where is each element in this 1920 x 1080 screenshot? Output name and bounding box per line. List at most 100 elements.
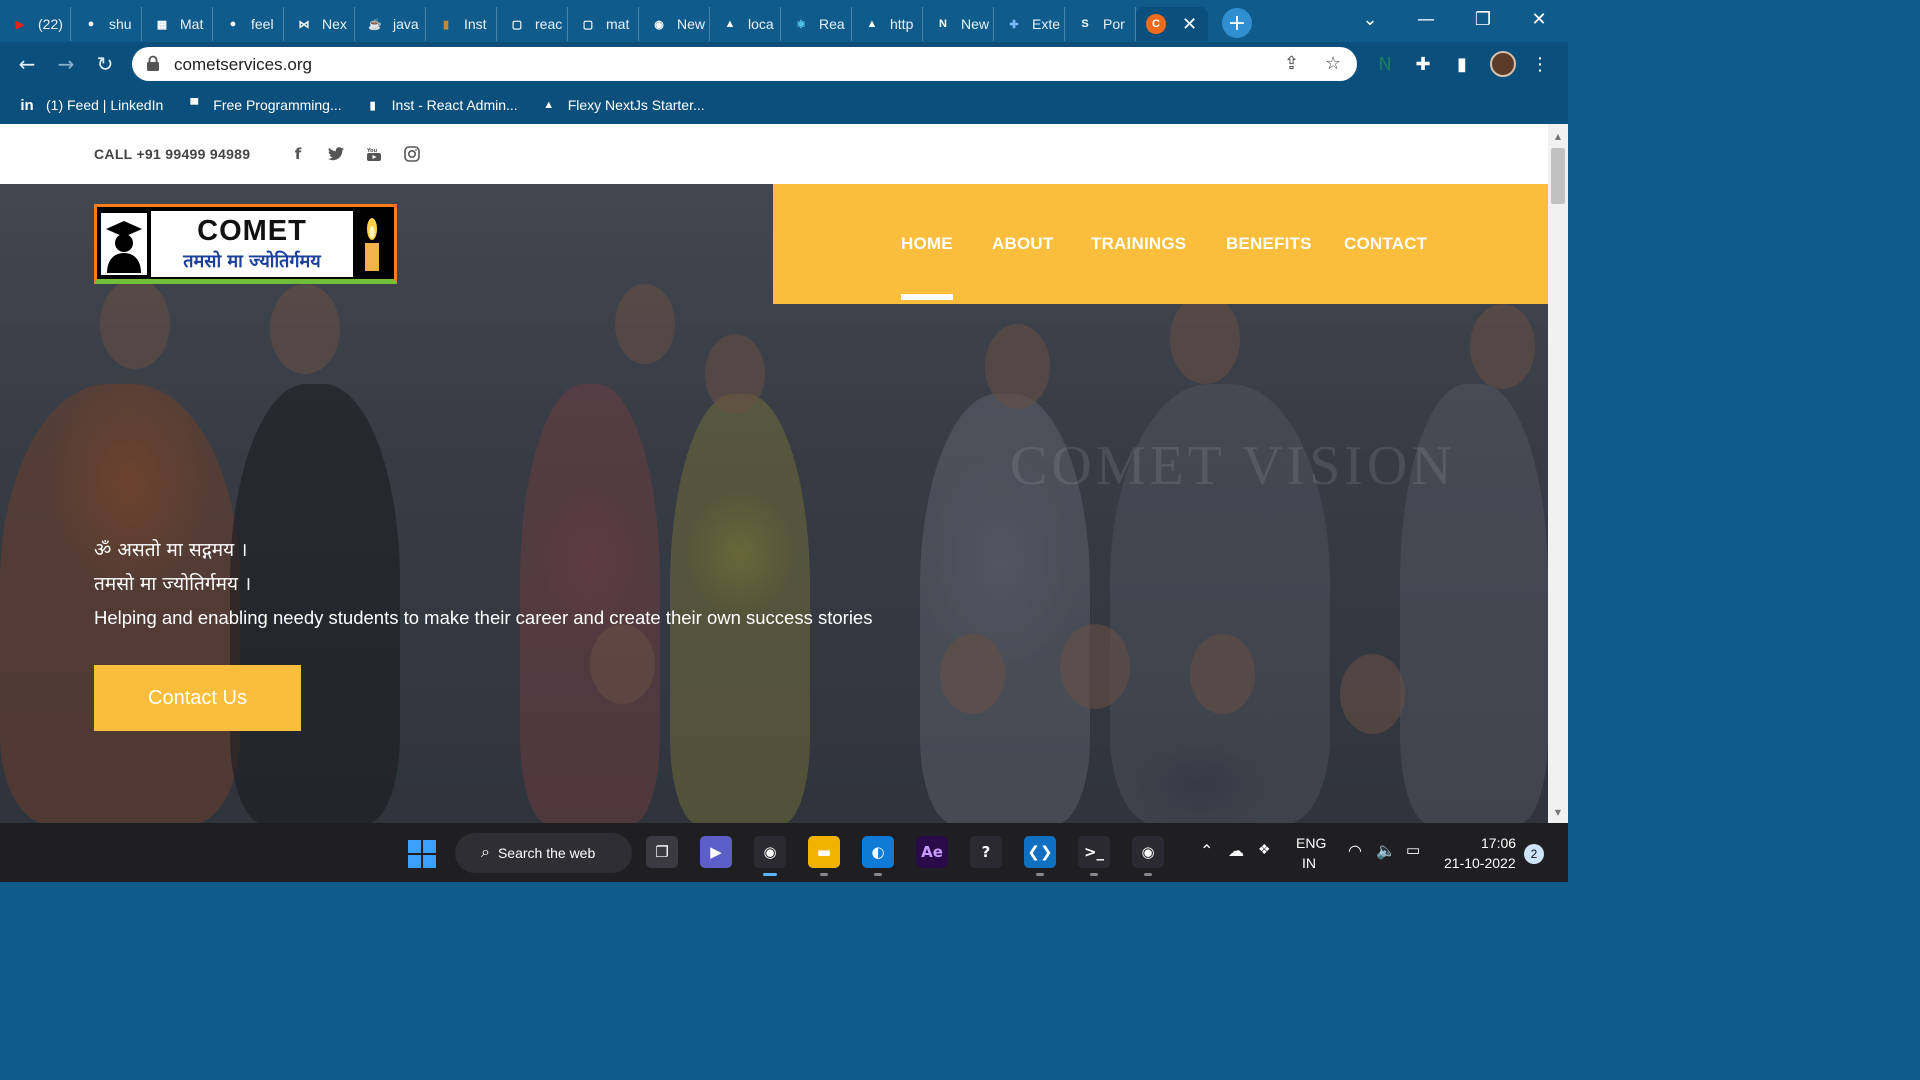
notification-badge[interactable]: 2 [1524, 844, 1544, 864]
scroll-up-icon[interactable]: ▲ [1548, 128, 1568, 144]
language-top[interactable]: ENG [1296, 835, 1326, 851]
nav-home[interactable]: HOME [901, 234, 953, 300]
s-icon: S [1081, 18, 1089, 30]
side-panel-icon[interactable]: ▮ [1450, 52, 1474, 76]
photo-watermark: COMET VISION [1010, 435, 1456, 497]
profile-avatar[interactable] [1490, 51, 1516, 77]
wifi-icon[interactable]: ◠ [1348, 841, 1362, 861]
browser-tab[interactable]: N New [923, 7, 994, 41]
tab-title: (22) [38, 16, 63, 32]
close-tab-icon[interactable]: ✕ [1182, 14, 1197, 35]
browser-tab[interactable]: ▦ Mat [142, 7, 213, 41]
site-logo[interactable]: COMET तमसो मा ज्योतिर्गमय [94, 204, 397, 284]
scroll-down-icon[interactable]: ▼ [1548, 804, 1568, 820]
bookmark-item[interactable]: ▮ Inst - React Admin... [364, 96, 518, 114]
app-icon: ▦ [156, 18, 168, 31]
youtube-icon: ▶ [15, 18, 25, 31]
start-windows-icon[interactable] [408, 840, 436, 868]
teams-icon[interactable]: ▶ [700, 836, 732, 868]
dropbox-icon[interactable]: ❖ [1258, 841, 1271, 858]
browser-tab[interactable]: ▲ loca [710, 7, 781, 41]
notion-icon: N [939, 18, 947, 30]
browser-tab[interactable]: ▢ reac [497, 7, 568, 41]
twitter-icon[interactable] [326, 144, 346, 164]
vscode-icon[interactable]: ❮❯ [1024, 836, 1056, 876]
bookmark-item[interactable]: in (1) Feed | LinkedIn [18, 96, 163, 114]
browser-tab[interactable]: ✚ Exte [994, 7, 1065, 41]
share-icon[interactable]: ⇪ [1284, 53, 1299, 74]
browser-tab[interactable]: ▮ Inst [426, 7, 497, 41]
chrome-menu-icon[interactable]: ⋮ [1528, 52, 1552, 76]
scroll-thumb[interactable] [1551, 148, 1565, 204]
browser-tab[interactable]: ● shu [71, 7, 142, 41]
search-icon: ⌕ [481, 844, 490, 861]
bookmark-item[interactable]: ▲ Flexy NextJs Starter... [540, 96, 704, 114]
edge-icon[interactable]: ◐ [862, 836, 894, 876]
clock-date[interactable]: 21-10-2022 [1444, 855, 1516, 871]
back-button[interactable]: ← [13, 50, 41, 78]
extension-n-icon[interactable]: N [1373, 52, 1397, 76]
lock-icon[interactable] [146, 55, 160, 71]
nav-contact[interactable]: CONTACT [1344, 234, 1427, 254]
browser-tab[interactable]: ◉ New [639, 7, 710, 41]
logo-tagline: तमसो मा ज्योतिर्गमय [183, 251, 321, 272]
tab-title: Por [1103, 16, 1125, 32]
windows-taskbar: ⌕ Search the web ❐ ▶ ◉ ▬ ◐ Ae? ❮❯ >_ ◉ ⌃ ☁ ❖ ENG… [0, 823, 1568, 882]
tab-title: mat [606, 16, 630, 32]
page-scrollbar[interactable]: ▲ ▼ [1548, 124, 1568, 823]
browser-tab[interactable]: ⚛ Rea [781, 7, 852, 41]
forward-button[interactable]: → [52, 50, 80, 78]
volume-icon[interactable]: 🔈 [1376, 841, 1396, 861]
tab-search-dropdown-icon[interactable]: ⌄ [1342, 0, 1398, 38]
tray-overflow-icon[interactable]: ⌃ [1200, 841, 1213, 861]
task-view-icon[interactable]: ❐ [646, 836, 678, 868]
browser-tab[interactable]: ▢ mat [568, 7, 639, 41]
bookmark-label: Free Programming... [213, 97, 342, 113]
help-icon[interactable]: ? [970, 836, 1002, 868]
browser-tab[interactable]: S Por [1065, 7, 1136, 41]
browser-tab-active[interactable]: C ✕ [1136, 7, 1208, 41]
url-text[interactable]: cometservices.org [174, 55, 312, 75]
taskbar-search[interactable]: ⌕ Search the web [455, 833, 632, 873]
tab-title: Nex [322, 16, 347, 32]
tab-title: Exte [1032, 16, 1061, 32]
language-bottom[interactable]: IN [1302, 855, 1316, 871]
address-bar[interactable]: cometservices.org ⇪ ☆ [132, 47, 1357, 81]
file-explorer-icon[interactable]: ▬ [808, 836, 840, 876]
nav-trainings[interactable]: TRAININGS [1091, 234, 1186, 254]
square-icon: ▢ [511, 18, 523, 31]
chrome-icon[interactable]: ◉ [754, 836, 786, 876]
terminal-icon[interactable]: >_ [1078, 836, 1110, 876]
contact-us-button[interactable]: Contact Us [94, 665, 301, 731]
onedrive-icon[interactable]: ☁ [1228, 841, 1244, 861]
nav-benefits[interactable]: BENEFITS [1226, 234, 1312, 254]
extensions-puzzle-icon[interactable]: ✚ [1411, 52, 1435, 76]
bookmark-item[interactable]: ▀ Free Programming... [185, 96, 341, 114]
phone-number[interactable]: CALL +91 99499 94989 [94, 146, 250, 162]
fp-icon: ▀ [190, 99, 199, 111]
browser-tab[interactable]: ▲ http [852, 7, 923, 41]
minimize-button[interactable]: — [1398, 0, 1454, 38]
new-tab-button[interactable]: + [1222, 8, 1252, 38]
close-window-button[interactable]: ✕ [1511, 0, 1567, 38]
browser-tab[interactable]: ● feel [213, 7, 284, 41]
facebook-icon[interactable]: f [288, 144, 308, 164]
browser-tab[interactable]: ▶ (22) [0, 7, 71, 41]
logo-panel: COMET तमसो मा ज्योतिर्गमय [151, 211, 353, 277]
running-indicator [820, 873, 828, 876]
restore-button[interactable]: ❐ [1455, 0, 1511, 38]
running-indicator [874, 873, 882, 876]
browser-tab[interactable]: ⋈ Nex [284, 7, 355, 41]
chrome-profile-icon[interactable]: ◉ [1132, 836, 1164, 876]
instagram-icon[interactable] [402, 144, 422, 164]
clock-time[interactable]: 17:06 [1481, 835, 1516, 851]
browser-tab[interactable]: ☕ java [355, 7, 426, 41]
github-icon: ● [229, 18, 237, 30]
after-effects-icon[interactable]: Ae [916, 836, 948, 868]
github-icon: ● [87, 18, 95, 30]
youtube-icon[interactable]: You [364, 144, 384, 164]
nav-about[interactable]: ABOUT [992, 234, 1053, 254]
bookmark-star-icon[interactable]: ☆ [1325, 53, 1341, 74]
reload-button[interactable]: ↻ [91, 50, 119, 78]
battery-icon[interactable]: ▭ [1406, 841, 1420, 859]
